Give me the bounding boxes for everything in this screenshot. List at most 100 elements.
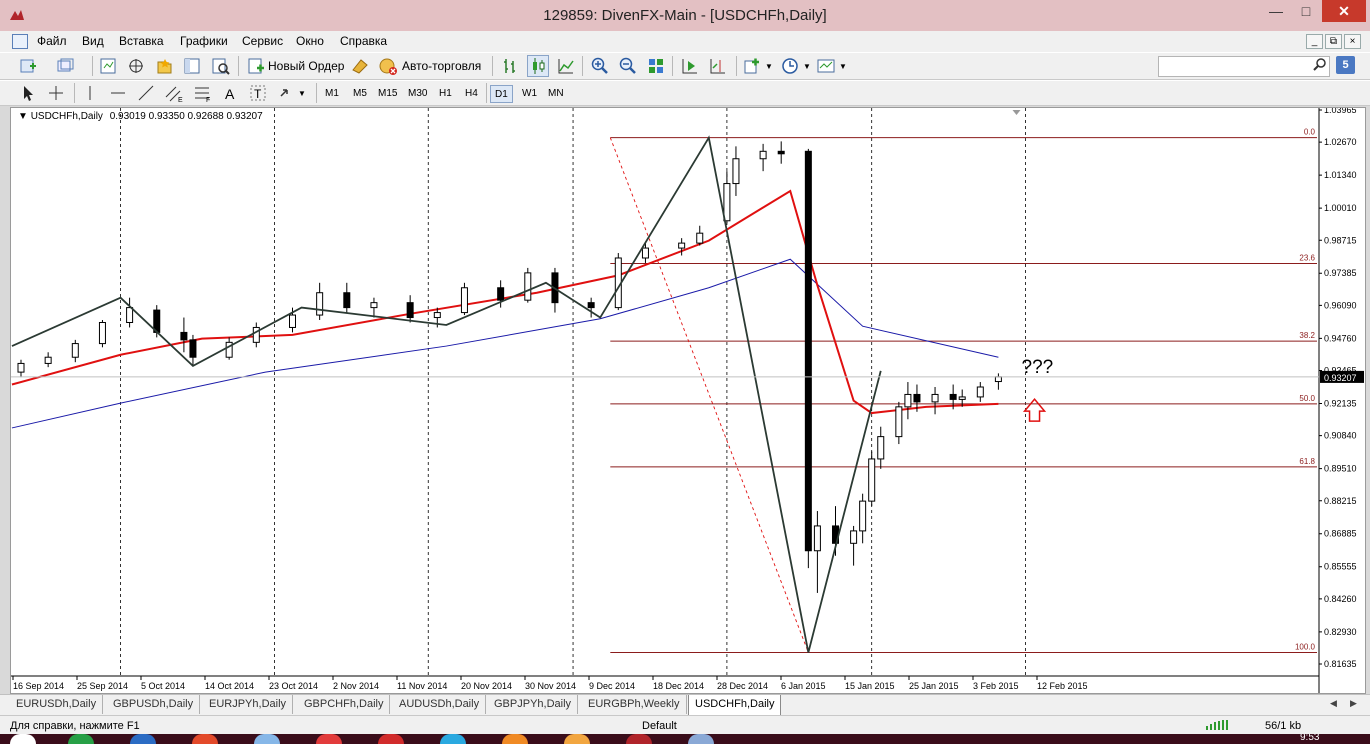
terminal-window: 129859: DivenFX-Main - [USDCHFh,Daily] —… (0, 0, 1370, 744)
cursor-icon[interactable] (18, 83, 38, 103)
arrows-dropdown-arrow-icon[interactable]: ▼ (298, 89, 306, 98)
zoom-in-icon[interactable] (590, 56, 610, 76)
tab-eurjpyh[interactable]: EURJPYh,Daily (203, 695, 294, 714)
taskbar-app-icon[interactable] (378, 734, 404, 744)
price-chart[interactable]: 0.023.638.250.061.8100.0 1.039651.026701… (11, 108, 1365, 693)
tab-scroll-left-icon[interactable]: ◀ (1330, 698, 1337, 709)
maximize-button[interactable]: □ (1292, 0, 1320, 22)
new-order-button[interactable]: Новый Ордер (268, 59, 344, 73)
chart-shift-icon[interactable] (708, 56, 728, 76)
new-order-icon[interactable] (246, 56, 266, 76)
timeframe-d1[interactable]: D1 (490, 85, 513, 103)
zoom-out-icon[interactable] (618, 56, 638, 76)
timeframe-w1[interactable]: W1 (518, 85, 541, 103)
data-window-icon[interactable] (126, 56, 146, 76)
indicators-icon[interactable] (742, 56, 762, 76)
search-input[interactable] (1158, 56, 1330, 77)
periods-dropdown-arrow-icon[interactable]: ▼ (803, 62, 811, 71)
menu-charts[interactable]: Графики (180, 34, 228, 48)
indicators-dropdown-arrow-icon[interactable]: ▼ (765, 62, 773, 71)
tab-eurusdh[interactable]: EURUSDh,Daily (10, 695, 104, 714)
trendline-icon[interactable] (136, 83, 156, 103)
menu-window[interactable]: Окно (296, 34, 324, 48)
auto-trading-icon[interactable] (378, 56, 398, 76)
taskbar-app-icon[interactable] (688, 734, 714, 744)
menu-insert[interactable]: Вставка (119, 34, 164, 48)
taskbar-metatrader-icon[interactable] (626, 734, 652, 744)
candle-bull (696, 232, 704, 244)
market-watch-icon[interactable] (98, 56, 118, 76)
arrows-icon[interactable] (278, 83, 298, 103)
candlestick-chart-icon[interactable] (527, 55, 549, 77)
drawing-toolbar: E F A T ▼ M1 M5 M15 M30 H1 H4 D1 W1 MN (0, 80, 1370, 106)
text-label-icon[interactable]: T (248, 83, 268, 103)
tab-gbpchfh[interactable]: GBPCHFh,Daily (298, 695, 391, 714)
status-bar: Для справки, нажмите F1 Default 56/1 kb (0, 715, 1370, 734)
bar-chart-icon[interactable] (500, 56, 520, 76)
chart-window[interactable]: 0.0 23.6 38.2 50.0 61.8 100.0 1.03965 1.02670 1… (10, 107, 1366, 694)
templates-dropdown-arrow-icon[interactable]: ▼ (839, 62, 847, 71)
timeframe-m30[interactable]: M30 (404, 85, 431, 103)
connection-status-icon[interactable] (1205, 719, 1229, 731)
time-tick-label: 5 Oct 2014 (141, 681, 185, 691)
close-button[interactable]: ✕ (1322, 0, 1366, 22)
periods-icon[interactable] (780, 56, 800, 76)
time-tick-label: 11 Nov 2014 (397, 681, 447, 691)
tile-windows-icon[interactable] (646, 56, 666, 76)
timeframe-m1[interactable]: M1 (321, 85, 343, 103)
taskbar-skype-icon[interactable] (440, 734, 466, 744)
terminal-icon[interactable] (182, 56, 202, 76)
child-close-button[interactable]: × (1344, 34, 1361, 49)
timeframe-m15[interactable]: M15 (374, 85, 401, 103)
timeframe-m5[interactable]: M5 (349, 85, 371, 103)
symbol-menu-arrow-icon[interactable]: ▼ (18, 111, 28, 122)
timeframe-h4[interactable]: H4 (461, 85, 482, 103)
tab-usdchfh[interactable]: USDCHFh,Daily (688, 695, 782, 716)
taskbar-app-icon[interactable] (564, 734, 590, 744)
notifications-badge[interactable]: 5 (1336, 56, 1355, 74)
auto-trading-button[interactable]: Авто-торговля (402, 59, 481, 73)
timeframe-mn[interactable]: MN (544, 85, 568, 103)
candle-bull (370, 302, 378, 309)
menu-file[interactable]: Файл (37, 34, 67, 48)
horizontal-line-icon[interactable] (108, 83, 128, 103)
minimize-button[interactable]: — (1262, 0, 1290, 22)
vertical-line-icon[interactable] (80, 83, 100, 103)
fibonacci-retracement-icon[interactable]: F (192, 83, 212, 103)
taskbar-chrome-icon[interactable] (192, 734, 218, 744)
tab-gbpusdh[interactable]: GBPUSDh,Daily (107, 695, 201, 714)
equidistant-channel-icon[interactable]: E (164, 83, 184, 103)
new-chart-icon[interactable] (18, 56, 38, 76)
start-button-icon[interactable] (10, 734, 36, 744)
templates-icon[interactable] (816, 56, 836, 76)
menu-help[interactable]: Справка (340, 34, 387, 48)
search-icon[interactable] (1313, 57, 1327, 71)
candle-bull (723, 183, 731, 222)
crosshair-icon[interactable] (46, 83, 66, 103)
profiles-icon[interactable] (55, 56, 75, 76)
chart-document-icon[interactable] (12, 34, 28, 49)
text-tool-icon[interactable]: A (220, 83, 240, 103)
taskbar-firefox-icon[interactable] (502, 734, 528, 744)
auto-scroll-icon[interactable] (680, 56, 700, 76)
navigator-icon[interactable] (154, 56, 174, 76)
taskbar-yandex-icon[interactable] (316, 734, 342, 744)
taskbar-app-icon[interactable] (68, 734, 94, 744)
child-minimize-button[interactable]: _ (1306, 34, 1323, 49)
tab-audusdh[interactable]: AUDUSDh,Daily (393, 695, 487, 714)
time-tick-label: 12 Feb 2015 (1037, 681, 1088, 691)
taskbar-app-icon[interactable] (130, 734, 156, 744)
strategy-tester-icon[interactable] (210, 56, 230, 76)
child-restore-button[interactable]: ⧉ (1325, 34, 1342, 49)
menu-tools[interactable]: Сервис (242, 34, 283, 48)
taskbar-app-icon[interactable] (254, 734, 280, 744)
tab-eurgbph[interactable]: EURGBPh,Weekly (582, 695, 687, 714)
line-chart-icon[interactable] (556, 56, 576, 76)
tab-scroll-right-icon[interactable]: ▶ (1350, 698, 1357, 709)
timeframe-h1[interactable]: H1 (435, 85, 456, 103)
candle-bull (850, 530, 858, 544)
tab-gbpjpyh[interactable]: GBPJPYh,Daily (488, 695, 579, 714)
fibonacci-retracement[interactable]: 0.0 23.6 38.2 50.0 61.8 100.0 (609, 128, 1317, 653)
metaeditor-icon[interactable] (350, 56, 370, 76)
menu-view[interactable]: Вид (82, 34, 104, 48)
